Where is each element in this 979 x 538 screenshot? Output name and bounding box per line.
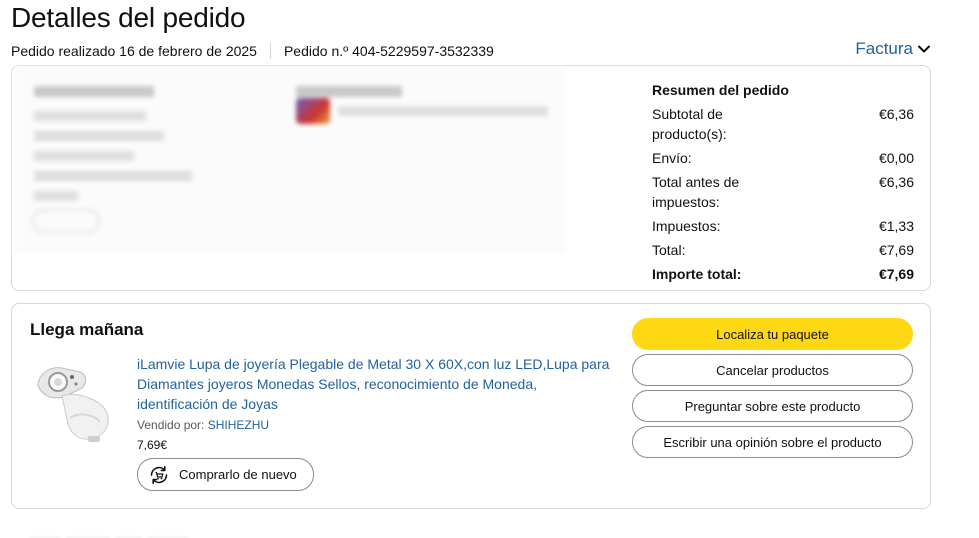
order-meta: Pedido realizado 16 de febrero de 2025 P… <box>11 42 494 59</box>
summary-title: Resumen del pedido <box>652 82 789 98</box>
order-summary: Resumen del pedido Subtotal de producto(… <box>652 82 914 288</box>
order-date: Pedido realizado 16 de febrero de 2025 <box>11 42 257 59</box>
summary-row-total: Total: €7,69 <box>652 242 914 258</box>
summary-row-subtotal: Subtotal de producto(s): €6,36 <box>652 106 914 142</box>
divider <box>269 42 271 59</box>
summary-row-shipping: Envío: €0,00 <box>652 150 914 166</box>
seller-link[interactable]: SHIHEZHU <box>208 418 269 432</box>
chevron-down-icon <box>918 45 930 53</box>
sold-by: Vendido por: SHIHEZHU <box>137 418 270 432</box>
buy-again-label: Comprarlo de nuevo <box>179 467 297 482</box>
order-number: Pedido n.º 404-5229597-3532339 <box>283 42 494 59</box>
product-title-link[interactable]: iLamvie Lupa de joyería Plegable de Meta… <box>137 354 617 414</box>
buy-again-icon <box>150 465 168 484</box>
shipment-card: Llega mañana iLamvie Lupa de joyería Ple… <box>11 303 931 509</box>
page-title: Detalles del pedido <box>11 2 246 33</box>
shipment-actions: Localiza tu paquete Cancelar productos P… <box>632 318 913 462</box>
summary-row-tax: Impuestos: €1,33 <box>652 218 914 234</box>
product-price: 7,69€ <box>137 438 168 452</box>
track-package-button[interactable]: Localiza tu paquete <box>632 318 913 350</box>
ask-product-question-button[interactable]: Preguntar sobre este producto <box>632 390 913 422</box>
summary-row-pretax: Total antes de impuestos: €6,36 <box>652 174 914 210</box>
buy-again-button[interactable]: Comprarlo de nuevo <box>137 458 314 491</box>
order-info-card: Resumen del pedido Subtotal de producto(… <box>11 65 931 291</box>
write-review-button[interactable]: Escribir una opinión sobre el producto <box>632 426 913 458</box>
cut-off-section-heading <box>30 532 230 538</box>
product-image[interactable] <box>32 356 122 448</box>
delivery-status: Llega mañana <box>30 320 144 339</box>
redacted-shipping-payment-info <box>14 66 566 254</box>
summary-row-grand-total: Importe total: €7,69 <box>652 266 914 282</box>
cancel-items-button[interactable]: Cancelar productos <box>632 354 913 386</box>
invoice-dropdown[interactable]: Factura <box>855 39 931 59</box>
invoice-label: Factura <box>855 39 913 58</box>
